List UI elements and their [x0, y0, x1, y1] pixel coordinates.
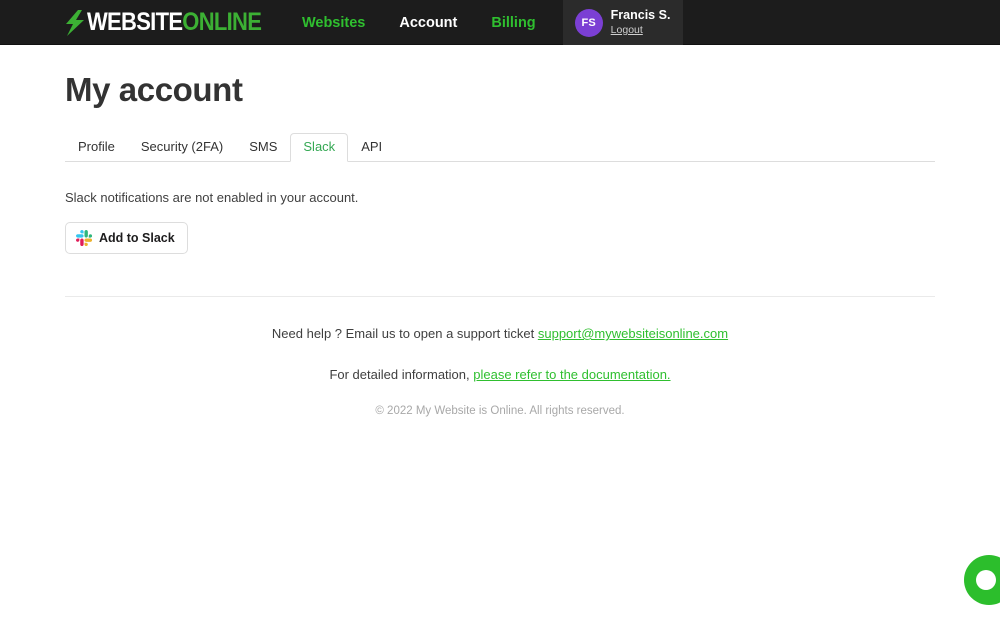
- nav-item-websites[interactable]: Websites: [285, 15, 382, 31]
- tab-sms[interactable]: SMS: [236, 133, 290, 162]
- account-tabs: Profile Security (2FA) SMS Slack API: [65, 133, 935, 162]
- site-header: WEBSITEONLINE Websites Account Billing F…: [0, 0, 1000, 45]
- page-title: My account: [65, 71, 243, 108]
- lightning-bolt-icon: [66, 9, 84, 36]
- logo-text-secondary: ONLINE: [182, 8, 262, 36]
- nav-item-account[interactable]: Account: [382, 15, 474, 31]
- add-to-slack-button[interactable]: Add to Slack: [65, 222, 188, 254]
- tab-security-2fa[interactable]: Security (2FA): [128, 133, 236, 162]
- documentation-line-text: For detailed information,: [329, 367, 470, 382]
- tab-profile[interactable]: Profile: [65, 133, 128, 162]
- tab-slack[interactable]: Slack: [290, 133, 349, 162]
- nav-item-billing[interactable]: Billing: [474, 15, 552, 31]
- support-email-link[interactable]: support@mywebsiteisonline.com: [538, 326, 728, 341]
- content-divider: [65, 296, 935, 297]
- logout-link[interactable]: Logout: [611, 24, 671, 37]
- copyright-text: © 2022 My Website is Online. All rights …: [375, 405, 625, 417]
- logo-wrap: WEBSITEONLINE: [0, 0, 285, 45]
- user-name: Francis S.: [610, 8, 671, 23]
- user-meta: Francis S. Logout: [611, 8, 671, 37]
- tab-api[interactable]: API: [348, 133, 395, 162]
- support-line-text: Need help ? Email us to open a support t…: [271, 326, 535, 341]
- main-nav: Websites Account Billing: [285, 0, 553, 45]
- chat-launcher-button[interactable]: [964, 555, 1000, 605]
- avatar: FS: [574, 8, 603, 37]
- chat-bubble-icon: [976, 570, 996, 590]
- page-footer: Need help ? Email us to open a support t…: [65, 326, 935, 417]
- header-filler: [682, 0, 1000, 44]
- logo-text-primary: WEBSITE: [87, 8, 183, 36]
- add-to-slack-label: Add to Slack: [99, 231, 175, 245]
- logo-text: WEBSITEONLINE: [87, 8, 262, 36]
- slack-icon: [76, 230, 92, 246]
- user-menu[interactable]: FS Francis S. Logout: [562, 0, 683, 45]
- site-logo[interactable]: WEBSITEONLINE: [64, 8, 285, 36]
- support-line: Need help ? Email us to open a support t…: [65, 326, 935, 341]
- page-container: My account Profile Security (2FA) SMS Sl…: [0, 45, 1000, 417]
- documentation-line: For detailed information, please refer t…: [65, 367, 935, 382]
- documentation-link[interactable]: please refer to the documentation.: [473, 367, 670, 382]
- slack-status-text: Slack notifications are not enabled in y…: [65, 190, 359, 205]
